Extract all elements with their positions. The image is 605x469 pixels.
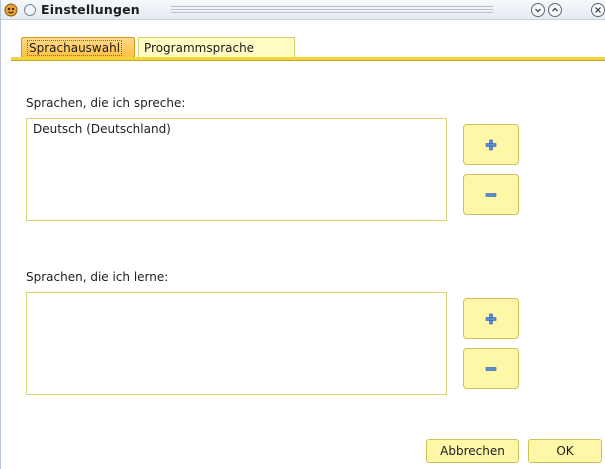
app-face-icon[interactable] [4, 3, 18, 17]
title-bar-grip [171, 6, 493, 15]
minus-icon [485, 366, 497, 371]
chevron-up-icon[interactable] [548, 3, 562, 17]
add-learning-language-button[interactable] [463, 298, 519, 339]
spoken-languages-list[interactable]: Deutsch (Deutschland) [26, 118, 447, 221]
tab-sprachauswahl[interactable]: Sprachauswahl [21, 37, 135, 58]
chevron-down-icon[interactable] [531, 3, 545, 17]
cancel-button[interactable]: Abbrechen [426, 439, 519, 463]
title-bar[interactable]: Einstellungen [1, 0, 605, 20]
learning-languages-label: Sprachen, die ich lerne: [26, 270, 169, 284]
window-menu-icon[interactable] [24, 4, 36, 16]
learning-languages-list[interactable] [26, 292, 447, 395]
ok-button[interactable]: OK [528, 439, 602, 463]
tab-label: Programmsprache [144, 41, 255, 55]
spoken-languages-label: Sprachen, die ich spreche: [26, 96, 186, 110]
minus-icon [485, 192, 497, 197]
list-item[interactable]: Deutsch (Deutschland) [33, 122, 171, 136]
plus-icon [485, 313, 497, 324]
remove-spoken-language-button[interactable] [463, 174, 519, 215]
settings-window: Einstellungen Sprachauswahl Programmspra… [0, 0, 605, 469]
window-title: Einstellungen [41, 2, 140, 17]
add-spoken-language-button[interactable] [463, 124, 519, 165]
remove-learning-language-button[interactable] [463, 348, 519, 389]
tab-programmsprache[interactable]: Programmsprache [138, 37, 295, 58]
tab-divider [11, 57, 605, 61]
tab-label: Sprachauswahl [27, 40, 123, 56]
close-icon[interactable] [591, 3, 605, 17]
plus-icon [485, 139, 497, 150]
